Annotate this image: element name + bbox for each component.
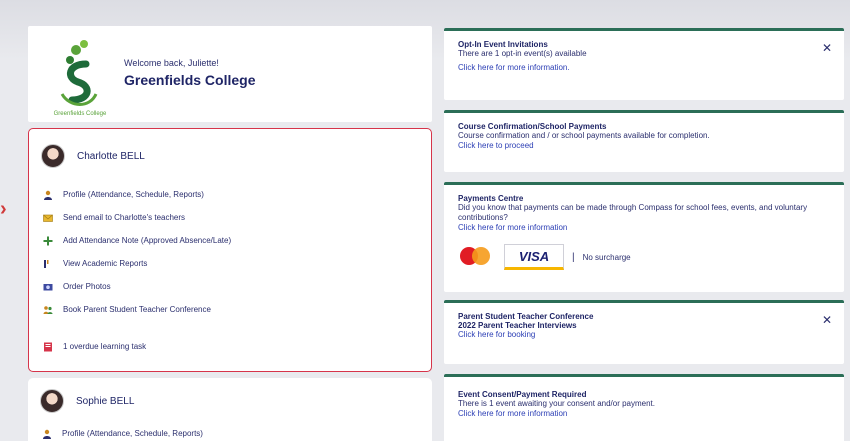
student-name: Charlotte BELL	[77, 150, 145, 162]
card-body: There are 1 opt-in event(s) available	[458, 49, 587, 58]
card-link[interactable]: Click here for more information	[458, 409, 832, 418]
card-link[interactable]: Click here for more information	[458, 223, 832, 232]
menu-label: Send email to Charlotte's teachers	[63, 213, 186, 222]
school-logo: Greenfields College	[54, 40, 107, 117]
student-menu: Profile (Attendance, Schedule, Reports) …	[43, 183, 231, 358]
student-card-sophie: Sophie BELL Profile (Attendance, Schedul…	[28, 378, 432, 441]
student-header[interactable]: Charlotte BELL	[41, 141, 145, 171]
card-body: Course confirmation and / or school paym…	[458, 131, 710, 140]
person-icon	[43, 190, 53, 200]
card-title: Parent Student Teacher Conference	[458, 312, 594, 321]
card-title: Opt-In Event Invitations	[458, 40, 548, 49]
card-title: Course Confirmation/School Payments	[458, 122, 607, 131]
card-subtitle: 2022 Parent Teacher Interviews	[458, 321, 577, 330]
menu-label: Add Attendance Note (Approved Absence/La…	[63, 236, 232, 245]
close-icon[interactable]: ✕	[822, 41, 832, 55]
card-title: Event Consent/Payment Required	[458, 390, 587, 399]
menu-item-reports[interactable]: View Academic Reports	[43, 252, 231, 275]
menu-item-conference[interactable]: Book Parent Student Teacher Conference	[43, 298, 231, 321]
card-event-consent: Event Consent/Payment Required There is …	[444, 374, 844, 441]
card-optin-events: Opt-In Event Invitations There are 1 opt…	[444, 28, 844, 100]
menu-item-overdue-task[interactable]: 1 overdue learning task	[43, 335, 231, 358]
student-name: Sophie BELL	[76, 395, 135, 407]
envelope-icon	[43, 213, 53, 223]
welcome-greeting: Welcome back, Juliette!	[124, 58, 219, 68]
menu-label: View Academic Reports	[63, 259, 148, 268]
card-course-confirmation: Course Confirmation/School Payments Cour…	[444, 110, 844, 172]
menu-item-attendance-note[interactable]: Add Attendance Note (Approved Absence/La…	[43, 229, 231, 252]
welcome-text: Welcome back, Juliette! Greenfields Coll…	[124, 58, 255, 88]
visa-logo: VISA	[504, 244, 564, 270]
separator: |	[572, 251, 575, 263]
conference-icon	[43, 305, 53, 315]
mastercard-icon	[458, 245, 496, 269]
payment-methods: VISA | No surcharge	[458, 244, 832, 270]
menu-label: Order Photos	[63, 282, 111, 291]
avatar	[40, 389, 64, 413]
card-link[interactable]: Click here for more information.	[458, 63, 832, 72]
photo-icon	[43, 282, 53, 292]
card-body: There is 1 event awaiting your consent a…	[458, 399, 655, 408]
student-card-charlotte: Charlotte BELL Profile (Attendance, Sche…	[28, 128, 432, 372]
menu-label: Book Parent Student Teacher Conference	[63, 305, 211, 314]
card-parent-teacher-conference: Parent Student Teacher Conference 2022 P…	[444, 300, 844, 364]
menu-label: 1 overdue learning task	[63, 342, 147, 351]
close-icon[interactable]: ✕	[822, 313, 832, 327]
card-link[interactable]: Click here to proceed	[458, 141, 832, 150]
avatar	[41, 144, 65, 168]
school-name: Greenfields College	[124, 72, 256, 88]
report-icon	[43, 259, 53, 269]
menu-item-profile[interactable]: Profile (Attendance, Schedule, Reports)	[43, 183, 231, 206]
menu-item-email[interactable]: Send email to Charlotte's teachers	[43, 206, 231, 229]
surcharge-text: No surcharge	[582, 252, 631, 262]
svg-text:Greenfields College: Greenfields College	[54, 111, 107, 117]
student-header[interactable]: Sophie BELL	[40, 386, 134, 416]
menu-label: Profile (Attendance, Schedule, Reports)	[63, 190, 204, 199]
menu-item-profile[interactable]: Profile (Attendance, Schedule, Reports)	[42, 422, 203, 441]
card-payments-centre: Payments Centre Did you know that paymen…	[444, 182, 844, 292]
card-link[interactable]: Click here for booking	[458, 330, 832, 339]
menu-label: Profile (Attendance, Schedule, Reports)	[62, 429, 203, 438]
card-title: Payments Centre	[458, 194, 524, 203]
student-menu: Profile (Attendance, Schedule, Reports)	[42, 422, 203, 441]
overdue-icon	[43, 342, 53, 352]
card-body: Did you know that payments can be made t…	[458, 203, 808, 222]
menu-item-photos[interactable]: Order Photos	[43, 275, 231, 298]
chevron-right-icon[interactable]: ›	[0, 198, 14, 220]
welcome-card: Greenfields College Welcome back, Juliet…	[28, 26, 432, 122]
plus-icon	[43, 236, 53, 246]
person-icon	[42, 429, 52, 439]
